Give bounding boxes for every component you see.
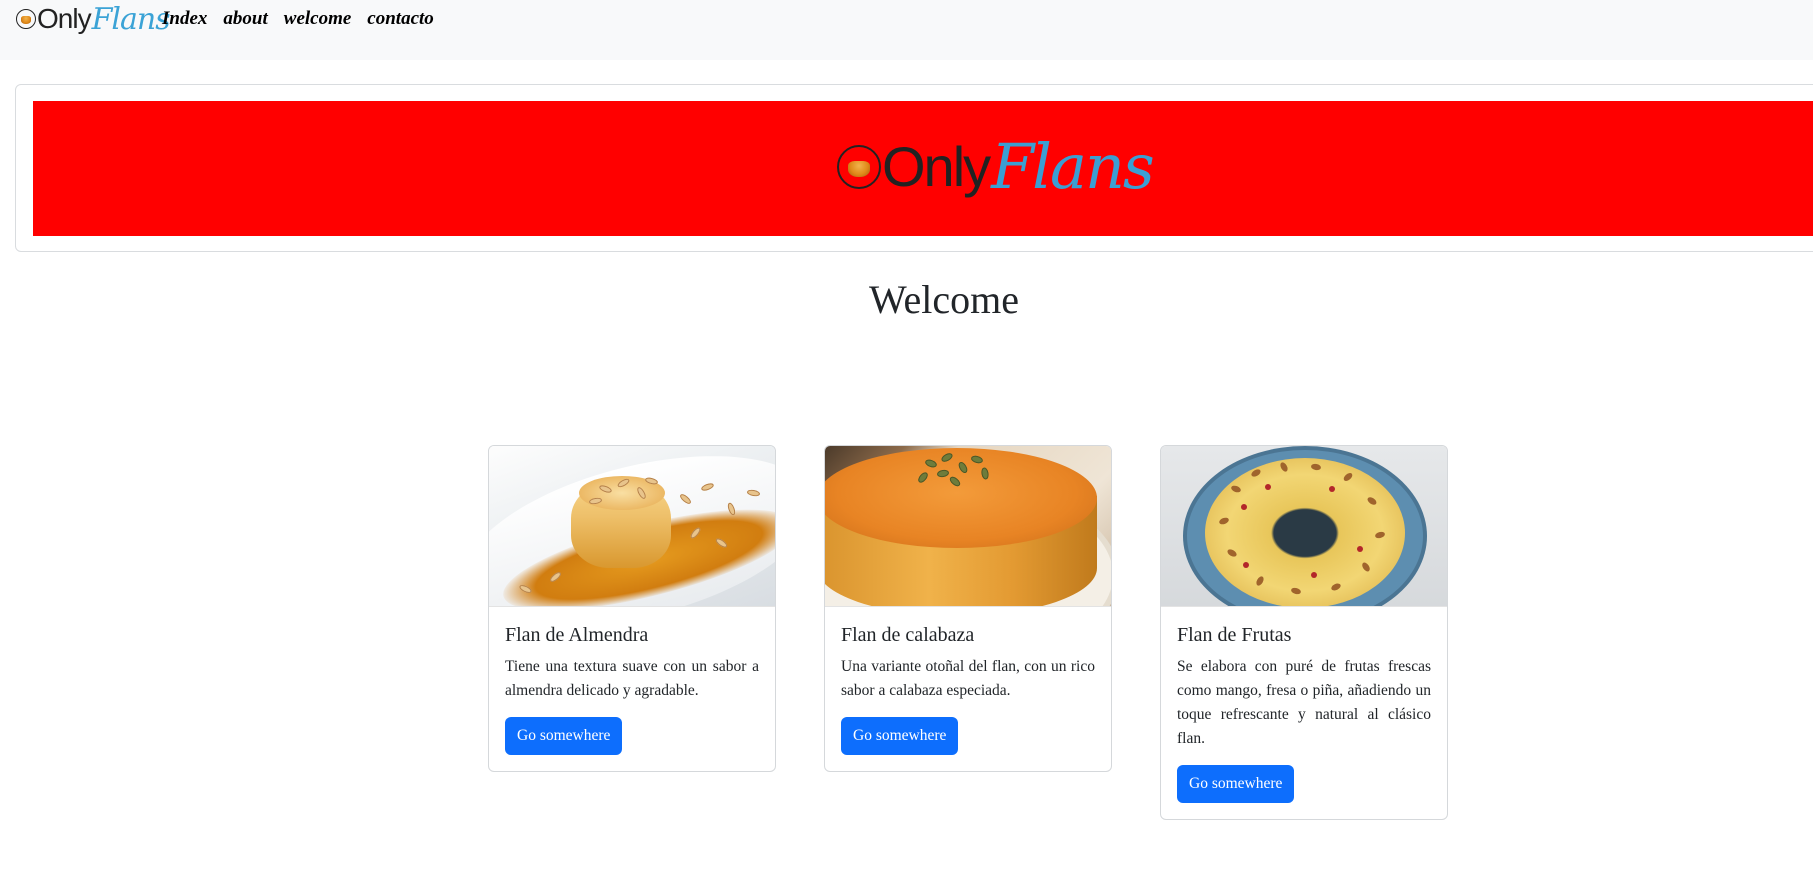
banner-logo: Only Flans	[837, 130, 1155, 203]
flan-card-calabaza: Flan de calabaza Una variante otoñal del…	[824, 445, 1112, 772]
card-body: Flan de calabaza Una variante otoñal del…	[825, 607, 1111, 771]
card-image-frutas	[1161, 446, 1447, 607]
go-somewhere-button[interactable]: Go somewhere	[505, 717, 623, 755]
card-image-almendra	[489, 446, 775, 607]
card-text: Tiene una textura suave con un sabor a a…	[505, 658, 759, 699]
card-body: Flan de Almendra Tiene una textura suave…	[489, 607, 775, 771]
banner-only-text: Only	[882, 135, 991, 198]
top-navbar: Only Flans Index about welcome contacto	[0, 0, 1813, 60]
card-title: Flan de Frutas	[1177, 624, 1292, 646]
nav-link-index[interactable]: Index	[162, 4, 207, 34]
brand-logo-link[interactable]: Only Flans	[16, 0, 171, 38]
nav-link-welcome[interactable]: welcome	[284, 4, 352, 34]
flan-logo-icon	[837, 145, 881, 189]
card-title: Flan de Almendra	[505, 624, 649, 646]
flan-logo-icon	[16, 9, 36, 29]
card-text: Se elabora con puré de frutas frescas co…	[1177, 658, 1431, 747]
nav-link-contacto[interactable]: contacto	[367, 4, 434, 34]
card-image-calabaza	[825, 446, 1111, 607]
flan-card-almendra: Flan de Almendra Tiene una textura suave…	[488, 445, 776, 772]
banner-flans-text: Flans	[991, 130, 1155, 203]
page-title: Welcome	[868, 277, 1020, 322]
card-text: Una variante otoñal del flan, con un ric…	[841, 658, 1095, 699]
brand-only-text: Only	[37, 3, 92, 34]
card-body: Flan de Frutas Se elabora con puré de fr…	[1161, 607, 1447, 819]
go-somewhere-button[interactable]: Go somewhere	[1177, 765, 1295, 803]
nav-link-about[interactable]: about	[223, 4, 267, 34]
brand-flans-text: Flans	[91, 1, 171, 37]
banner: Only Flans	[33, 101, 1813, 236]
nav-links: Index about welcome contacto	[162, 4, 434, 34]
card-title: Flan de calabaza	[841, 624, 975, 646]
banner-card: Only Flans	[15, 84, 1813, 252]
go-somewhere-button[interactable]: Go somewhere	[841, 717, 959, 755]
flan-card-frutas: Flan de Frutas Se elabora con puré de fr…	[1160, 445, 1448, 820]
